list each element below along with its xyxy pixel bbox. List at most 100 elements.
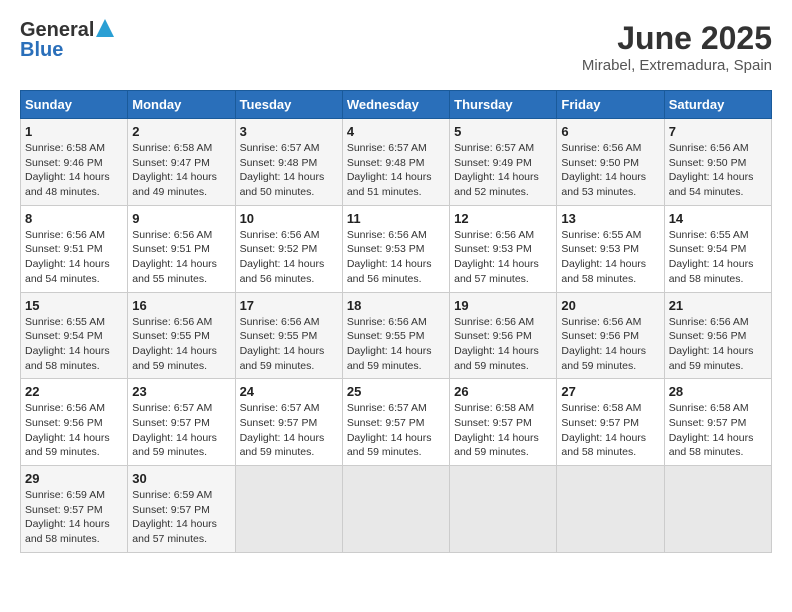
- day-cell-6: 6 Sunrise: 6:56 AM Sunset: 9:50 PM Dayli…: [557, 119, 664, 206]
- logo-icon: [96, 19, 114, 37]
- empty-cell: [664, 466, 771, 553]
- calendar-week-row: 8 Sunrise: 6:56 AM Sunset: 9:51 PM Dayli…: [21, 205, 772, 292]
- day-number: 16: [132, 298, 230, 313]
- day-number: 2: [132, 124, 230, 139]
- day-cell-28: 28 Sunrise: 6:58 AM Sunset: 9:57 PM Dayl…: [664, 379, 771, 466]
- day-cell-26: 26 Sunrise: 6:58 AM Sunset: 9:57 PM Dayl…: [450, 379, 557, 466]
- day-number: 30: [132, 471, 230, 486]
- day-info: Sunrise: 6:58 AM Sunset: 9:57 PM Dayligh…: [561, 401, 659, 460]
- day-cell-15: 15 Sunrise: 6:55 AM Sunset: 9:54 PM Dayl…: [21, 292, 128, 379]
- day-number: 27: [561, 384, 659, 399]
- day-number: 19: [454, 298, 552, 313]
- day-cell-8: 8 Sunrise: 6:56 AM Sunset: 9:51 PM Dayli…: [21, 205, 128, 292]
- day-cell-9: 9 Sunrise: 6:56 AM Sunset: 9:51 PM Dayli…: [128, 205, 235, 292]
- day-info: Sunrise: 6:56 AM Sunset: 9:55 PM Dayligh…: [347, 315, 445, 374]
- day-number: 25: [347, 384, 445, 399]
- day-info: Sunrise: 6:58 AM Sunset: 9:46 PM Dayligh…: [25, 141, 123, 200]
- day-number: 9: [132, 211, 230, 226]
- header-monday: Monday: [128, 91, 235, 119]
- empty-cell: [235, 466, 342, 553]
- day-info: Sunrise: 6:59 AM Sunset: 9:57 PM Dayligh…: [132, 488, 230, 547]
- calendar-table: Sunday Monday Tuesday Wednesday Thursday…: [20, 90, 772, 553]
- day-info: Sunrise: 6:57 AM Sunset: 9:48 PM Dayligh…: [347, 141, 445, 200]
- header-wednesday: Wednesday: [342, 91, 449, 119]
- day-info: Sunrise: 6:56 AM Sunset: 9:52 PM Dayligh…: [240, 228, 338, 287]
- logo-general-text: General: [20, 20, 94, 40]
- empty-cell: [450, 466, 557, 553]
- day-number: 18: [347, 298, 445, 313]
- calendar-title: June 2025: [582, 20, 772, 57]
- empty-cell: [557, 466, 664, 553]
- day-number: 7: [669, 124, 767, 139]
- calendar-subtitle: Mirabel, Extremadura, Spain: [582, 57, 772, 74]
- day-number: 28: [669, 384, 767, 399]
- day-info: Sunrise: 6:56 AM Sunset: 9:53 PM Dayligh…: [454, 228, 552, 287]
- day-info: Sunrise: 6:56 AM Sunset: 9:56 PM Dayligh…: [454, 315, 552, 374]
- day-cell-27: 27 Sunrise: 6:58 AM Sunset: 9:57 PM Dayl…: [557, 379, 664, 466]
- day-info: Sunrise: 6:55 AM Sunset: 9:53 PM Dayligh…: [561, 228, 659, 287]
- day-number: 29: [25, 471, 123, 486]
- calendar-week-row: 1 Sunrise: 6:58 AM Sunset: 9:46 PM Dayli…: [21, 119, 772, 206]
- day-cell-21: 21 Sunrise: 6:56 AM Sunset: 9:56 PM Dayl…: [664, 292, 771, 379]
- header-tuesday: Tuesday: [235, 91, 342, 119]
- day-cell-20: 20 Sunrise: 6:56 AM Sunset: 9:56 PM Dayl…: [557, 292, 664, 379]
- day-cell-4: 4 Sunrise: 6:57 AM Sunset: 9:48 PM Dayli…: [342, 119, 449, 206]
- day-cell-19: 19 Sunrise: 6:56 AM Sunset: 9:56 PM Dayl…: [450, 292, 557, 379]
- day-number: 6: [561, 124, 659, 139]
- day-cell-14: 14 Sunrise: 6:55 AM Sunset: 9:54 PM Dayl…: [664, 205, 771, 292]
- day-info: Sunrise: 6:56 AM Sunset: 9:50 PM Dayligh…: [561, 141, 659, 200]
- day-info: Sunrise: 6:56 AM Sunset: 9:50 PM Dayligh…: [669, 141, 767, 200]
- day-number: 17: [240, 298, 338, 313]
- day-cell-30: 30 Sunrise: 6:59 AM Sunset: 9:57 PM Dayl…: [128, 466, 235, 553]
- day-info: Sunrise: 6:57 AM Sunset: 9:57 PM Dayligh…: [240, 401, 338, 460]
- page-header: General Blue June 2025 Mirabel, Extremad…: [20, 20, 772, 74]
- day-info: Sunrise: 6:58 AM Sunset: 9:57 PM Dayligh…: [669, 401, 767, 460]
- day-number: 3: [240, 124, 338, 139]
- day-info: Sunrise: 6:57 AM Sunset: 9:57 PM Dayligh…: [132, 401, 230, 460]
- day-cell-22: 22 Sunrise: 6:56 AM Sunset: 9:56 PM Dayl…: [21, 379, 128, 466]
- day-number: 11: [347, 211, 445, 226]
- day-number: 26: [454, 384, 552, 399]
- logo: General Blue: [20, 20, 114, 60]
- day-cell-25: 25 Sunrise: 6:57 AM Sunset: 9:57 PM Dayl…: [342, 379, 449, 466]
- day-number: 8: [25, 211, 123, 226]
- day-cell-10: 10 Sunrise: 6:56 AM Sunset: 9:52 PM Dayl…: [235, 205, 342, 292]
- day-number: 15: [25, 298, 123, 313]
- day-number: 10: [240, 211, 338, 226]
- day-cell-18: 18 Sunrise: 6:56 AM Sunset: 9:55 PM Dayl…: [342, 292, 449, 379]
- day-cell-12: 12 Sunrise: 6:56 AM Sunset: 9:53 PM Dayl…: [450, 205, 557, 292]
- calendar-week-row: 29 Sunrise: 6:59 AM Sunset: 9:57 PM Dayl…: [21, 466, 772, 553]
- weekday-header-row: Sunday Monday Tuesday Wednesday Thursday…: [21, 91, 772, 119]
- calendar-week-row: 15 Sunrise: 6:55 AM Sunset: 9:54 PM Dayl…: [21, 292, 772, 379]
- day-number: 23: [132, 384, 230, 399]
- day-info: Sunrise: 6:56 AM Sunset: 9:56 PM Dayligh…: [25, 401, 123, 460]
- day-number: 14: [669, 211, 767, 226]
- empty-cell: [342, 466, 449, 553]
- logo-blue-text: Blue: [20, 40, 114, 60]
- day-info: Sunrise: 6:58 AM Sunset: 9:57 PM Dayligh…: [454, 401, 552, 460]
- day-info: Sunrise: 6:57 AM Sunset: 9:49 PM Dayligh…: [454, 141, 552, 200]
- day-cell-1: 1 Sunrise: 6:58 AM Sunset: 9:46 PM Dayli…: [21, 119, 128, 206]
- day-cell-24: 24 Sunrise: 6:57 AM Sunset: 9:57 PM Dayl…: [235, 379, 342, 466]
- day-cell-2: 2 Sunrise: 6:58 AM Sunset: 9:47 PM Dayli…: [128, 119, 235, 206]
- day-info: Sunrise: 6:59 AM Sunset: 9:57 PM Dayligh…: [25, 488, 123, 547]
- header-thursday: Thursday: [450, 91, 557, 119]
- day-cell-17: 17 Sunrise: 6:56 AM Sunset: 9:55 PM Dayl…: [235, 292, 342, 379]
- day-number: 24: [240, 384, 338, 399]
- day-number: 4: [347, 124, 445, 139]
- header-friday: Friday: [557, 91, 664, 119]
- day-info: Sunrise: 6:56 AM Sunset: 9:56 PM Dayligh…: [669, 315, 767, 374]
- day-cell-13: 13 Sunrise: 6:55 AM Sunset: 9:53 PM Dayl…: [557, 205, 664, 292]
- day-number: 21: [669, 298, 767, 313]
- day-cell-11: 11 Sunrise: 6:56 AM Sunset: 9:53 PM Dayl…: [342, 205, 449, 292]
- day-info: Sunrise: 6:56 AM Sunset: 9:53 PM Dayligh…: [347, 228, 445, 287]
- day-info: Sunrise: 6:56 AM Sunset: 9:55 PM Dayligh…: [240, 315, 338, 374]
- day-number: 13: [561, 211, 659, 226]
- day-info: Sunrise: 6:56 AM Sunset: 9:51 PM Dayligh…: [132, 228, 230, 287]
- day-info: Sunrise: 6:56 AM Sunset: 9:55 PM Dayligh…: [132, 315, 230, 374]
- header-sunday: Sunday: [21, 91, 128, 119]
- day-info: Sunrise: 6:56 AM Sunset: 9:51 PM Dayligh…: [25, 228, 123, 287]
- header-saturday: Saturday: [664, 91, 771, 119]
- day-number: 5: [454, 124, 552, 139]
- day-cell-3: 3 Sunrise: 6:57 AM Sunset: 9:48 PM Dayli…: [235, 119, 342, 206]
